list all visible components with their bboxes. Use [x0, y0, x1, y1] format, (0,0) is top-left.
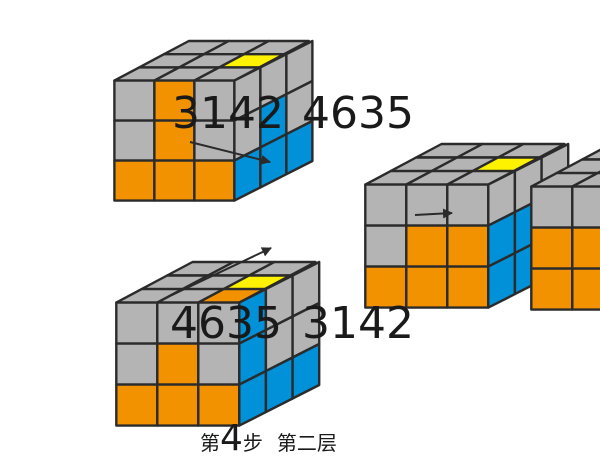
caption: 第4步 第二层 [200, 418, 337, 459]
left-face-sticker-2-2 [446, 265, 490, 309]
left-face-sticker-0-1 [571, 185, 600, 229]
left-face-sticker-2-2 [193, 159, 236, 202]
left-face-sticker-1-0 [113, 119, 156, 162]
left-face-sticker-2-0 [530, 267, 574, 311]
left-face-sticker-0-2 [446, 183, 490, 227]
caption-step-number: 4 [220, 418, 243, 459]
left-face-sticker-1-0 [115, 342, 159, 386]
left-face-sticker-2-0 [113, 159, 156, 202]
sequence-bottom-second: 3142 [302, 298, 414, 349]
left-face-sticker-2-0 [115, 383, 159, 427]
left-face-sticker-0-0 [113, 79, 156, 122]
left-face-sticker-0-1 [405, 183, 449, 227]
sequence-top-second: 4635 [302, 88, 414, 139]
left-face-sticker-2-1 [156, 383, 200, 427]
left-face-sticker-1-2 [446, 224, 490, 268]
left-face-sticker-2-1 [571, 267, 600, 311]
left-face-sticker-2-1 [153, 159, 196, 202]
left-face-sticker-0-0 [530, 185, 574, 229]
left-face-sticker-1-0 [530, 226, 574, 270]
left-face-sticker-1-2 [197, 342, 241, 386]
left-face-sticker-0-0 [115, 301, 159, 345]
caption-prefix: 第 [200, 431, 220, 455]
caption-layer: 第二层 [277, 431, 337, 455]
step4-diagram: 3142 4635 4635 3142 第4步 第二层 [0, 0, 600, 474]
sequence-bottom-first: 4635 [170, 298, 282, 349]
top-face-sticker-0-0 [580, 148, 600, 161]
left-face-sticker-1-1 [405, 224, 449, 268]
caption-step-suffix: 步 [243, 431, 263, 455]
sequence-top-first: 3142 [172, 88, 284, 139]
left-face-sticker-1-1 [156, 342, 200, 386]
left-face-sticker-1-0 [364, 224, 408, 268]
left-face-sticker-0-0 [364, 183, 408, 227]
diagram-canvas: 3142 4635 4635 3142 第4步 第二层 [113, 39, 600, 459]
left-face-sticker-1-1 [571, 226, 600, 270]
